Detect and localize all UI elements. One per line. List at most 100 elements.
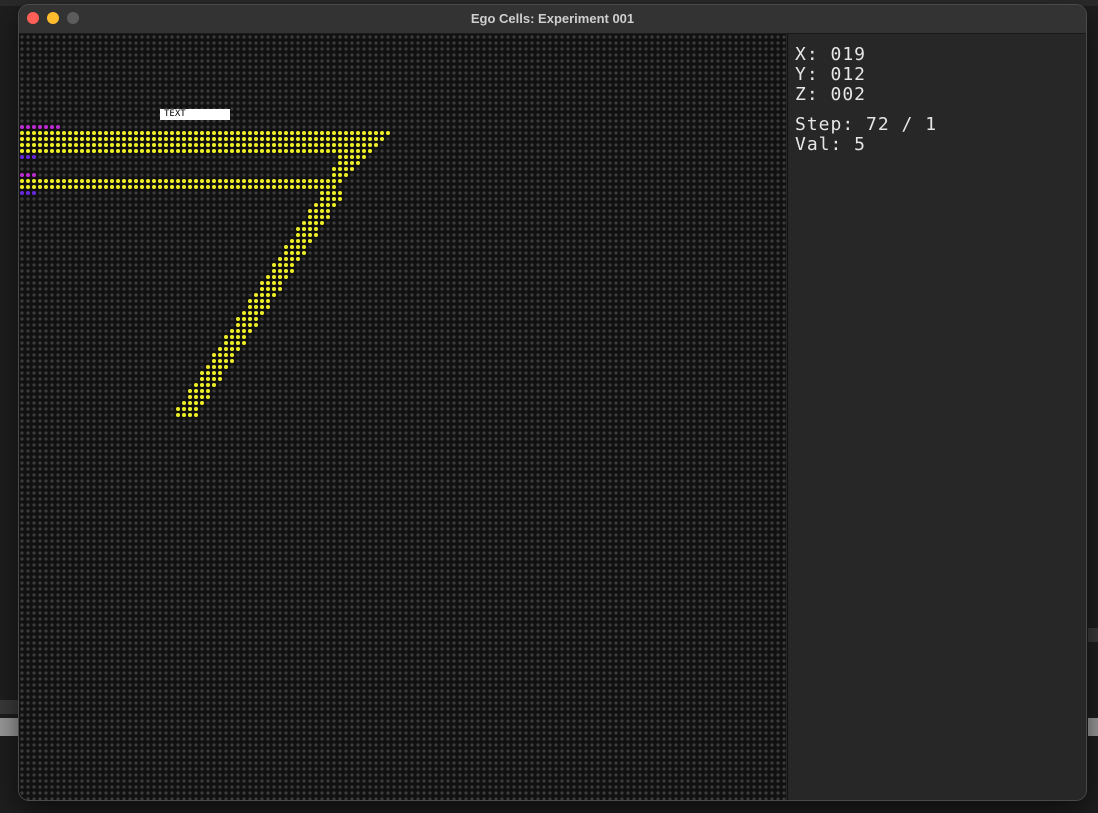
active-cell: [314, 149, 318, 153]
active-cell: [338, 179, 342, 183]
active-cell: [32, 131, 36, 135]
active-cell: [56, 179, 60, 183]
active-cell: [20, 125, 24, 129]
active-cell: [110, 149, 114, 153]
active-cell: [218, 347, 222, 351]
active-cell: [284, 257, 288, 261]
active-cell: [224, 359, 228, 363]
active-cell: [134, 131, 138, 135]
active-cell: [320, 137, 324, 141]
active-cell: [80, 131, 84, 135]
active-cell: [170, 179, 174, 183]
active-cell: [320, 197, 324, 201]
x-coordinate-readout: X: 019: [795, 44, 867, 65]
active-cell: [20, 173, 24, 177]
active-cell: [254, 137, 258, 141]
active-cell: [230, 179, 234, 183]
active-cell: [212, 371, 216, 375]
active-cell: [164, 185, 168, 189]
background-window-edge: [0, 718, 18, 736]
active-cell: [26, 149, 30, 153]
active-cell: [380, 131, 384, 135]
active-cell: [134, 143, 138, 147]
active-cell: [254, 299, 258, 303]
active-cell: [290, 239, 294, 243]
active-cell: [200, 377, 204, 381]
active-cell: [194, 149, 198, 153]
active-cell: [326, 149, 330, 153]
active-cell: [74, 131, 78, 135]
active-cell: [290, 137, 294, 141]
active-cell: [302, 149, 306, 153]
active-cell: [296, 131, 300, 135]
active-cell: [212, 377, 216, 381]
active-cell: [242, 311, 246, 315]
active-cell: [230, 137, 234, 141]
active-cell: [332, 203, 336, 207]
active-cell: [314, 143, 318, 147]
active-cell: [296, 179, 300, 183]
active-cell: [236, 323, 240, 327]
active-cell: [38, 179, 42, 183]
active-cell: [152, 149, 156, 153]
active-cell: [182, 407, 186, 411]
active-cell: [50, 179, 54, 183]
active-cell: [44, 137, 48, 141]
active-cell: [188, 185, 192, 189]
active-cell: [218, 377, 222, 381]
active-cell: [296, 233, 300, 237]
title-bar[interactable]: Ego Cells: Experiment 001: [19, 5, 1086, 34]
active-cell: [146, 149, 150, 153]
cell-grid-canvas[interactable]: TEXT: [19, 34, 786, 800]
active-cell: [110, 179, 114, 183]
active-cell: [38, 143, 42, 147]
active-cell: [272, 275, 276, 279]
active-cell: [104, 179, 108, 183]
active-cell: [332, 179, 336, 183]
active-cell: [260, 299, 264, 303]
active-cell: [194, 179, 198, 183]
active-cell: [320, 143, 324, 147]
active-cell: [356, 143, 360, 147]
active-cell: [26, 125, 30, 129]
active-cell: [380, 137, 384, 141]
active-cell: [236, 149, 240, 153]
active-cell: [20, 131, 24, 135]
active-cell: [206, 131, 210, 135]
active-cell: [182, 413, 186, 417]
active-cell: [278, 137, 282, 141]
active-cell: [32, 179, 36, 183]
active-cell: [194, 383, 198, 387]
active-cell: [272, 137, 276, 141]
active-cell: [284, 179, 288, 183]
active-cell: [284, 149, 288, 153]
active-cell: [146, 137, 150, 141]
active-cell: [218, 353, 222, 357]
active-cell: [212, 359, 216, 363]
active-cell: [338, 191, 342, 195]
active-cell: [98, 179, 102, 183]
active-cell: [374, 131, 378, 135]
active-cell: [248, 305, 252, 309]
active-cell: [224, 347, 228, 351]
active-cell: [302, 233, 306, 237]
active-cell: [188, 149, 192, 153]
active-cell: [260, 137, 264, 141]
active-cell: [242, 149, 246, 153]
active-cell: [86, 137, 90, 141]
active-cell: [254, 293, 258, 297]
active-cell: [248, 323, 252, 327]
active-cell: [260, 143, 264, 147]
active-cell: [140, 149, 144, 153]
active-cell: [182, 143, 186, 147]
active-cell: [260, 293, 264, 297]
active-cell: [152, 131, 156, 135]
active-cell: [326, 203, 330, 207]
active-cell: [302, 179, 306, 183]
active-cell: [278, 287, 282, 291]
active-cell: [290, 131, 294, 135]
active-cell: [326, 143, 330, 147]
active-cell: [188, 413, 192, 417]
active-cell: [62, 131, 66, 135]
active-cell: [176, 131, 180, 135]
